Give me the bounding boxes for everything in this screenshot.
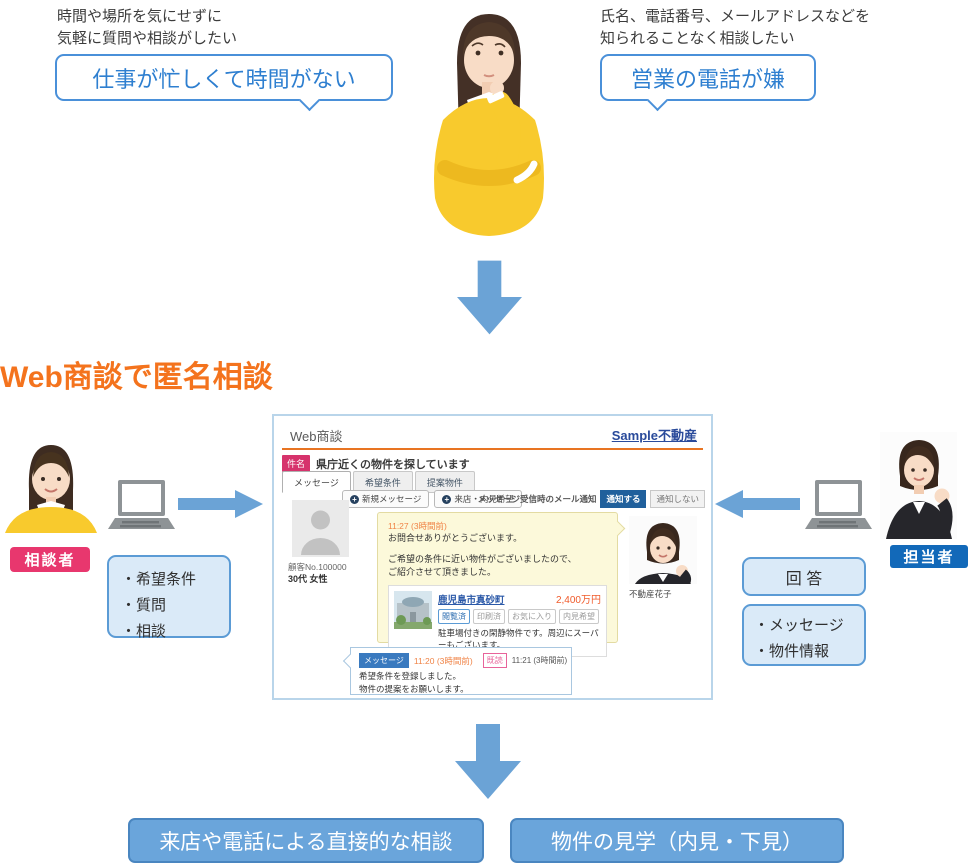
plus-circle-icon: + xyxy=(350,495,359,504)
left-need-note-line2: 気軽に質問や相談がしたい xyxy=(57,28,237,50)
toolbar-right: メッセージ受信時のメール通知 通知する 通知しない xyxy=(478,490,705,508)
chip-favorite[interactable]: お気に入り xyxy=(508,609,556,624)
flow-arrow-right-icon xyxy=(178,490,263,518)
left-need-note-line1: 時間や場所を気にせずに xyxy=(57,6,237,28)
agent-photo xyxy=(629,516,697,589)
right-speech-bubble: 営業の電話が嫌 xyxy=(600,54,816,101)
right-speech-bubble-text: 営業の電話が嫌 xyxy=(631,62,785,94)
customer-message-line2: 物件の提案をお願いします。 xyxy=(359,683,563,696)
message-type-badge: メッセージ xyxy=(359,653,409,668)
property-price: 2,400万円 xyxy=(556,591,601,606)
notify-off-button[interactable]: 通知しない xyxy=(650,490,705,508)
read-status-badge: 既読 xyxy=(483,653,507,668)
customer-profile: 30代 女性 xyxy=(288,572,328,585)
consultant-action-item: ・質問 xyxy=(121,593,217,619)
consultant-action-item: ・希望条件 xyxy=(121,567,217,593)
app-title: Web商談 xyxy=(290,426,343,445)
plus-circle-icon: + xyxy=(442,495,451,504)
page-root: 時間や場所を気にせずに 気軽に質問や相談がしたい 仕事が忙しくて時間がない 氏名… xyxy=(0,0,980,866)
agent-role-badge-label: 担当者 xyxy=(903,546,954,567)
consultant-action-item: ・相談 xyxy=(121,619,217,645)
chip-printed[interactable]: 印刷済 xyxy=(473,609,505,624)
customer-message-header: メッセージ 11:20 (3時間前) 既読 11:21 (3時間前) xyxy=(359,653,563,668)
read-time: 11:21 (3時間前) xyxy=(512,655,567,666)
customer-message-tail xyxy=(343,654,357,668)
agent-laptop-icon xyxy=(805,480,872,538)
agent-output-item: ・メッセージ xyxy=(754,613,854,639)
agent-message-tail xyxy=(610,521,626,537)
flow-arrow-left-icon xyxy=(715,490,800,518)
left-speech-bubble: 仕事が忙しくて時間がない xyxy=(55,54,393,101)
property-details: 鹿児島市真砂町 2,400万円 閲覧済 印刷済 お気に入り 内見希望 駐車場付き… xyxy=(438,591,601,652)
right-need-note: 氏名、電話番号、メールアドレスなどを 知られることなく相談したい xyxy=(600,6,870,50)
agent-message-bubble: 11:27 (3時間前) お問合せありがとうございます。 ご希望の条件に近い物件… xyxy=(377,512,618,643)
agent-outputs-box: ・メッセージ ・物件情報 xyxy=(742,604,866,666)
chip-viewing-request[interactable]: 内見希望 xyxy=(559,609,599,624)
person-silhouette-icon xyxy=(292,500,349,557)
consultant-woman-photo xyxy=(3,438,98,533)
answer-box: 回 答 xyxy=(742,557,866,596)
result-property-viewing: 物件の見学（内見・下見） xyxy=(510,818,844,863)
agent-message-body1: ご希望の条件に近い物件がございましたので、 xyxy=(388,553,607,567)
chip-viewed[interactable]: 閲覧済 xyxy=(438,609,470,624)
left-need-note: 時間や場所を気にせずに 気軽に質問や相談がしたい xyxy=(57,6,237,50)
property-status-chips: 閲覧済 印刷済 お気に入り 内見希望 xyxy=(438,609,601,624)
left-speech-bubble-text: 仕事が忙しくて時間がない xyxy=(92,62,355,94)
flow-arrow-down-top-icon xyxy=(457,260,522,335)
web-meeting-app-window: Web商談 Sample不動産 件名 県庁近くの物件を探しています メッセージ … xyxy=(272,414,713,700)
customer-message-time: 11:20 (3時間前) xyxy=(414,655,473,667)
mail-notice-label: メッセージ受信時のメール通知 xyxy=(478,493,597,505)
agent-name: 不動産花子 xyxy=(629,588,672,600)
subject-badge: 件名 xyxy=(282,455,310,472)
header-divider xyxy=(282,448,703,450)
result-direct-consultation: 来店や電話による直接的な相談 xyxy=(128,818,484,863)
right-need-note-line2: 知られることなく相談したい xyxy=(600,28,870,50)
notify-on-button[interactable]: 通知する xyxy=(600,490,646,508)
flow-arrow-down-bottom-icon xyxy=(455,724,521,799)
tab-message[interactable]: メッセージ xyxy=(282,471,351,493)
customer-message-line1: 希望条件を登録しました。 xyxy=(359,670,563,683)
new-message-button[interactable]: + 新規メッセージ xyxy=(342,490,429,508)
agent-output-item: ・物件情報 xyxy=(754,639,854,665)
right-need-note-line1: 氏名、電話番号、メールアドレスなどを xyxy=(600,6,870,28)
agent-message-time: 11:27 (3時間前) xyxy=(388,520,607,532)
agent-role-badge: 担当者 xyxy=(890,545,968,568)
subject-text: 県庁近くの物件を探しています xyxy=(316,456,470,472)
result-direct-consultation-label: 来店や電話による直接的な相談 xyxy=(159,826,452,856)
result-property-viewing-label: 物件の見学（内見・下見） xyxy=(551,826,803,856)
agent-message-greeting: お問合せありがとうございます。 xyxy=(388,532,607,546)
agent-woman-photo xyxy=(880,432,957,539)
section-heading: Web商談で匿名相談 xyxy=(0,352,273,396)
brand-link[interactable]: Sample不動産 xyxy=(612,425,697,444)
consultant-role-badge-label: 相談者 xyxy=(24,549,75,570)
property-name-link[interactable]: 鹿児島市真砂町 xyxy=(438,592,505,606)
customer-avatar xyxy=(292,500,349,562)
agent-message-body2: ご紹介させて頂きました。 xyxy=(388,566,607,580)
consultant-role-badge: 相談者 xyxy=(10,547,90,572)
thinking-woman-photo xyxy=(415,8,560,238)
subject-row: 件名 県庁近くの物件を探しています xyxy=(282,455,470,472)
customer-message-bubble: メッセージ 11:20 (3時間前) 既読 11:21 (3時間前) 希望条件を… xyxy=(350,647,572,695)
consultant-laptop-icon xyxy=(108,480,175,538)
new-message-button-label: 新規メッセージ xyxy=(362,493,421,505)
property-thumbnail xyxy=(394,591,432,629)
consultant-actions-box: ・希望条件 ・質問 ・相談 xyxy=(107,555,231,638)
answer-box-label: 回 答 xyxy=(786,565,822,589)
